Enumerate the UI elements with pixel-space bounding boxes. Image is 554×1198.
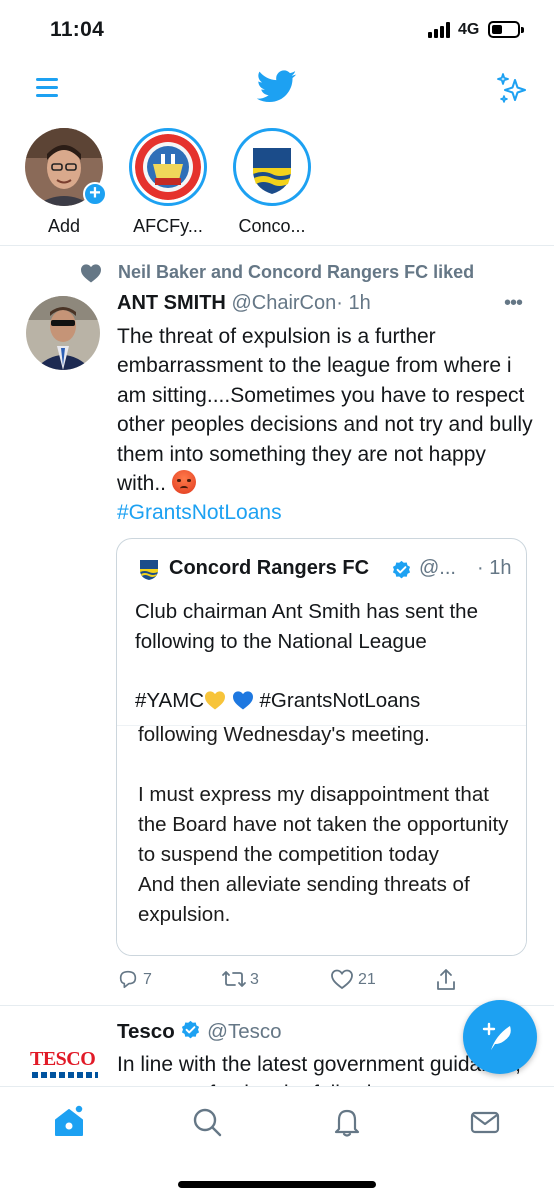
fleets-row: + Add AFCFy... Conco... xyxy=(0,126,554,246)
angry-face-emoji-icon xyxy=(171,470,196,495)
home-icon[interactable] xyxy=(52,1105,86,1139)
retweet-icon xyxy=(222,971,246,987)
tweet-actions: 7 3 21 xyxy=(117,968,537,996)
quoted-author-handle: @... xyxy=(419,557,456,579)
battery-icon xyxy=(488,21,524,38)
quoted-author-name: Concord Rangers FC xyxy=(169,557,370,579)
app-header xyxy=(0,60,554,120)
add-fleet-badge[interactable]: + xyxy=(83,182,107,206)
concord-rangers-logo xyxy=(239,134,305,200)
quoted-tweet[interactable]: Concord Rangers FC @... · 1h Club chairm… xyxy=(116,538,527,956)
hashtag-link[interactable]: #GrantsNotLoans xyxy=(117,501,282,524)
tesco-stripes xyxy=(32,1072,98,1078)
signal-icon xyxy=(428,22,452,38)
fleet-concord[interactable]: Conco... xyxy=(229,128,315,237)
quoted-hashtag-grants[interactable]: #GrantsNotLoans xyxy=(260,689,421,712)
concord-rangers-logo-icon xyxy=(140,560,158,580)
author-name[interactable]: ANT SMITH xyxy=(117,292,226,314)
notifications-bell-icon[interactable] xyxy=(330,1105,364,1139)
like-icon xyxy=(331,969,353,990)
compose-tweet-button[interactable] xyxy=(463,1000,537,1074)
letter-image-text: following Wednesday's meeting. I must ex… xyxy=(138,725,509,926)
tweet-time: · 1h xyxy=(336,292,371,314)
quoted-tweet-time: · 1h xyxy=(477,557,512,579)
fleet-ring[interactable] xyxy=(233,128,311,206)
fleet-afcfylde[interactable]: AFCFy... xyxy=(125,128,211,237)
fleet-label: Add xyxy=(47,216,81,236)
fleet-label: Conco... xyxy=(238,216,306,236)
reply-count: 7 xyxy=(143,971,152,988)
like-count: 21 xyxy=(358,971,376,988)
retweet-count: 3 xyxy=(250,971,259,988)
search-icon[interactable] xyxy=(190,1105,224,1139)
fleet-add[interactable]: + Add xyxy=(21,128,107,237)
social-context-text: Neil Baker and Concord Rangers FC liked xyxy=(118,262,475,282)
author-name[interactable]: Tesco xyxy=(117,1020,175,1043)
quoted-image[interactable]: following Wednesday's meeting. I must ex… xyxy=(117,725,526,955)
status-bar: 11:04 4G xyxy=(0,0,554,60)
blue-heart-icon xyxy=(232,691,253,710)
home-indicator xyxy=(178,1181,376,1188)
fleet-ring[interactable] xyxy=(129,128,207,206)
fleet-add-avatar[interactable]: + xyxy=(25,128,107,206)
status-time: 11:04 xyxy=(50,18,105,41)
quoted-tweet-text: Club chairman Ant Smith has sent the fol… xyxy=(135,597,515,715)
tweet-text-body: The threat of expulsion is a further emb… xyxy=(117,325,533,496)
tweet-text: The threat of expulsion is a further emb… xyxy=(117,322,537,528)
reply-icon xyxy=(119,970,137,989)
author-handle[interactable]: @Tesco xyxy=(207,1020,281,1043)
messages-envelope-icon[interactable] xyxy=(468,1105,502,1139)
quoted-hashtag-yamc[interactable]: #YAMC xyxy=(135,689,204,712)
more-options-icon[interactable]: ••• xyxy=(504,292,523,315)
twitter-bird-icon[interactable] xyxy=(257,69,297,105)
verified-badge-icon xyxy=(182,1020,200,1039)
heart-icon xyxy=(81,264,101,283)
tweet2-header: Tesco @Tesco xyxy=(117,1020,282,1046)
yellow-heart-icon xyxy=(205,691,226,710)
quoted-text-line: Club chairman Ant Smith has sent the fol… xyxy=(135,600,478,653)
bottom-nav xyxy=(0,1086,554,1198)
author-handle[interactable]: @ChairCon xyxy=(231,292,336,314)
fleet-label: AFCFy... xyxy=(133,216,203,236)
afc-fylde-logo xyxy=(135,134,201,200)
verified-badge-icon xyxy=(392,560,411,579)
sparkle-icon[interactable] xyxy=(495,72,529,106)
share-icon xyxy=(437,969,455,990)
network-type: 4G xyxy=(458,21,480,38)
tweet-author-avatar[interactable] xyxy=(26,296,100,370)
tweet-header: ANT SMITH @ChairCon· 1h xyxy=(117,292,371,315)
menu-icon[interactable] xyxy=(36,78,58,98)
tweet-divider xyxy=(0,1005,554,1006)
tesco-logo-text: TESCO xyxy=(30,1048,96,1070)
compose-feather-icon xyxy=(482,1022,511,1050)
